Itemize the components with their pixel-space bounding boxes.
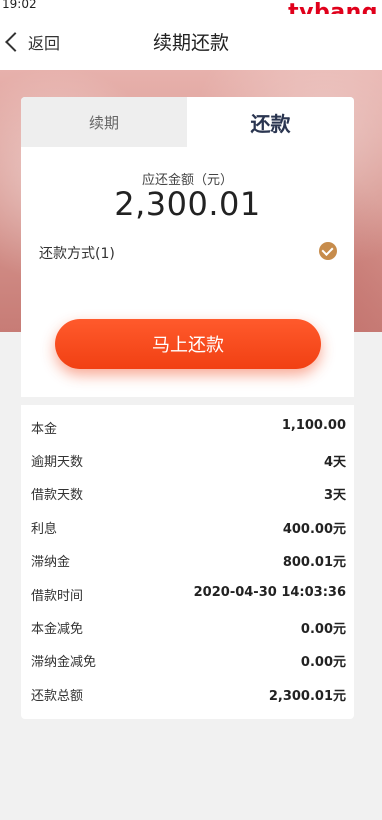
detail-value: 0.00元 [300, 655, 346, 670]
detail-row-principal-waiver: 本金减免 0.00元 [21, 612, 354, 642]
detail-label: 借款时间 [31, 589, 84, 604]
detail-value: 3天 [323, 488, 346, 503]
detail-value: 0.00元 [300, 622, 346, 637]
detail-value: 1,100.00 [281, 418, 346, 433]
tab-bar: 续期 还款 [21, 97, 354, 147]
tab-repay[interactable]: 还款 [187, 97, 354, 147]
section-divider [21, 397, 354, 405]
status-time: 19:02 [2, 0, 37, 11]
detail-value: 2020-04-30 14:03:36 [193, 585, 346, 600]
detail-label: 本金 [31, 422, 58, 437]
back-button[interactable]: 返回 [0, 14, 70, 70]
detail-label: 利息 [31, 522, 58, 537]
detail-row-loan-days: 借款天数 3天 [21, 478, 354, 508]
detail-row-late-fee: 滞纳金 800.01元 [21, 545, 354, 575]
detail-row-overdue-days: 逾期天数 4天 [21, 445, 354, 475]
detail-value: 4天 [323, 455, 346, 470]
detail-value: 2,300.01元 [268, 689, 346, 704]
detail-row-late-fee-waiver: 滞纳金减免 0.00元 [21, 645, 354, 675]
status-bar: 19:02 tvbang [0, 0, 382, 25]
repay-card: 续期 还款 应还金额（元） 2,300.01 还款方式(1) 马上还款 本金 1… [21, 97, 354, 719]
detail-label: 借款天数 [31, 488, 84, 503]
detail-label: 滞纳金减免 [31, 655, 97, 670]
payment-method-row[interactable]: 还款方式(1) [21, 237, 354, 267]
detail-label: 本金减免 [31, 622, 84, 637]
tab-renew[interactable]: 续期 [21, 97, 187, 147]
payment-method-label: 还款方式(1) [39, 246, 115, 262]
check-circle-icon[interactable] [319, 242, 337, 260]
detail-row-loan-time: 借款时间 2020-04-30 14:03:36 [21, 579, 354, 609]
detail-row-total: 还款总额 2,300.01元 [21, 679, 354, 709]
detail-value: 400.00元 [282, 522, 346, 537]
pay-now-button[interactable]: 马上还款 [55, 319, 321, 369]
amount-value: 2,300.01 [114, 185, 261, 223]
chevron-left-icon [5, 32, 25, 52]
detail-row-principal: 本金 1,100.00 [21, 412, 354, 442]
detail-label: 逾期天数 [31, 455, 84, 470]
detail-label: 还款总额 [31, 689, 84, 704]
nav-bar: 返回 续期还款 [0, 14, 382, 70]
detail-value: 800.01元 [282, 555, 346, 570]
detail-label: 滞纳金 [31, 555, 71, 570]
detail-row-interest: 利息 400.00元 [21, 512, 354, 542]
back-label: 返回 [28, 34, 61, 53]
